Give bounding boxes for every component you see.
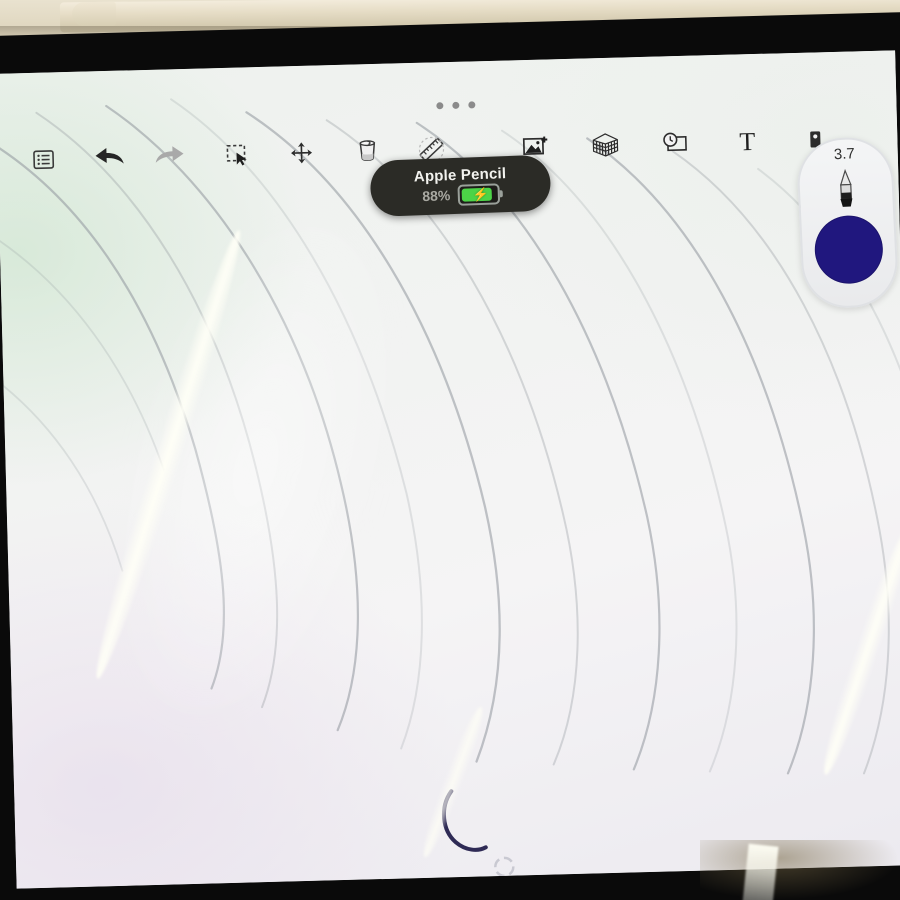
tablet-bezel: T Apple Pencil 88% ⚡ 3.7 (0, 11, 900, 900)
list-sidebar-icon (33, 150, 55, 170)
undo-button[interactable] (85, 135, 134, 180)
bezel-reflection-glow (700, 840, 900, 900)
handle-dot (468, 101, 476, 109)
undo-arrow-icon (95, 148, 124, 164)
apple-pencil-tip (71, 1, 117, 27)
notification-title: Apple Pencil (413, 164, 507, 185)
ink-curve-mark (442, 789, 488, 852)
battery-percent-label: 88% (422, 187, 451, 205)
screenshot-root: T Apple Pencil 88% ⚡ 3.7 (0, 0, 900, 900)
notification-battery-row: 88% ⚡ (422, 182, 503, 207)
clock-sticker-icon (663, 132, 687, 152)
move-arrows-icon (291, 142, 313, 164)
apple-pencil-battery-notification[interactable]: Apple Pencil 88% ⚡ (369, 154, 552, 218)
sticker-button[interactable] (651, 120, 700, 165)
eraser-cup-icon (359, 140, 376, 161)
lasso-select-button[interactable] (213, 132, 262, 177)
handle-dot (436, 102, 444, 110)
color-swatch-navy[interactable] (813, 214, 885, 286)
three-dots-handle-icon[interactable] (436, 101, 476, 110)
battery-cap (499, 189, 503, 197)
text-tool-icon: T (739, 128, 756, 155)
bezel-light-reflection (741, 843, 779, 900)
battery-charging-icon: ⚡ (456, 182, 503, 206)
pen-tool-panel[interactable]: 3.7 (795, 135, 900, 310)
svg-text:T: T (739, 128, 756, 155)
move-button[interactable] (277, 130, 326, 175)
tablet-screen: T Apple Pencil 88% ⚡ 3.7 (0, 50, 900, 889)
sidebar-notes-button[interactable] (19, 137, 68, 182)
lightning-bolt-icon: ⚡ (472, 186, 489, 202)
redo-arrow-icon (155, 146, 184, 163)
pen-size-label: 3.7 (833, 145, 856, 164)
redo-button[interactable] (145, 134, 194, 179)
handle-dot (452, 101, 460, 109)
text-tool-button[interactable]: T (723, 119, 772, 164)
3d-shape-button[interactable] (581, 122, 630, 167)
eraser-ghost-circle (494, 856, 515, 878)
mesh-cube-icon (592, 133, 619, 157)
lasso-select-icon (226, 144, 247, 166)
